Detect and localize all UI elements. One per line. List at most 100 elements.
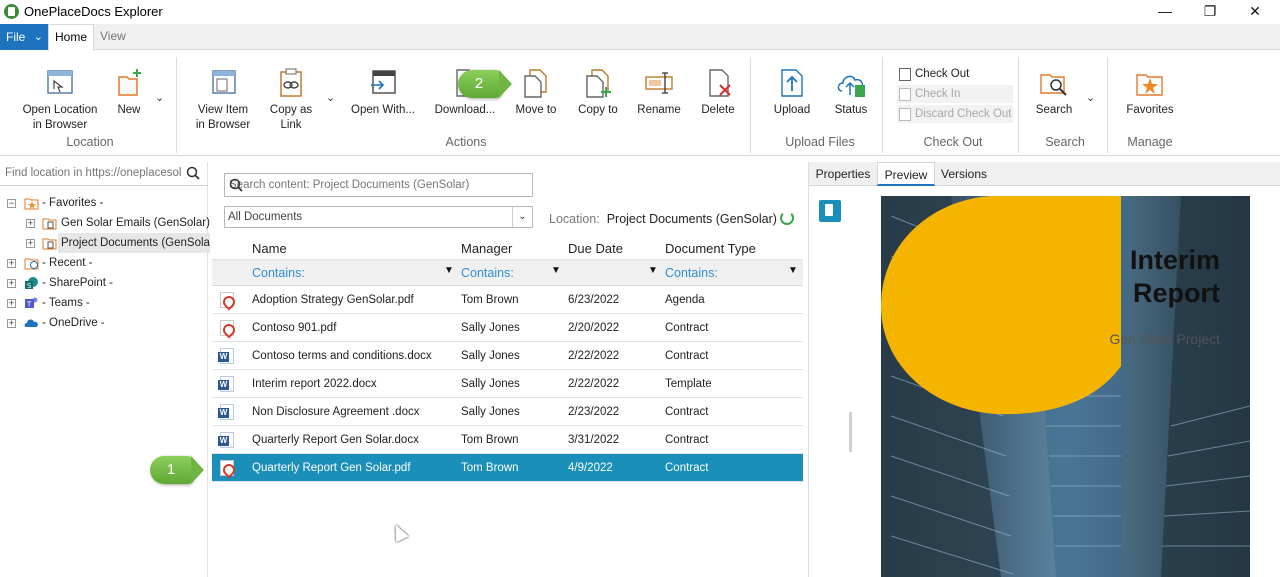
table-row-selected[interactable]: Quarterly Report Gen Solar.pdf Tom Brown… xyxy=(212,454,803,482)
svg-text:T: T xyxy=(26,301,32,309)
open-location-button[interactable]: Open Location in Browser xyxy=(20,67,100,133)
cover-subtitle: Gen Solar Project xyxy=(1109,331,1221,347)
chevron-down-icon[interactable]: ⌄ xyxy=(512,207,532,227)
table-row[interactable]: Contoso 901.pdf Sally Jones 2/20/2022 Co… xyxy=(212,314,803,342)
column-header-document-type[interactable]: Document Type xyxy=(665,241,756,256)
close-button[interactable]: ✕ xyxy=(1232,0,1278,24)
collapse-icon[interactable]: − xyxy=(7,199,16,208)
tree-item-onedrive[interactable]: + - OneDrive - xyxy=(0,313,208,333)
rename-button[interactable]: Rename xyxy=(634,67,684,118)
search-dropdown-chevron-icon[interactable]: ⌄ xyxy=(1086,91,1095,104)
tree-item-teams[interactable]: + T - Teams - xyxy=(0,293,208,313)
copy-to-icon xyxy=(582,67,614,99)
ribbon-separator xyxy=(176,57,177,153)
group-label-manage: Manage xyxy=(1127,135,1173,149)
cell-document-type: Contract xyxy=(665,406,709,418)
copy-as-link-label: Copy as xyxy=(269,104,313,116)
column-header-name[interactable]: Name xyxy=(252,241,287,256)
cell-due-date: 2/22/2022 xyxy=(568,350,620,362)
search-button[interactable]: Search xyxy=(1032,67,1076,118)
new-button[interactable]: New xyxy=(110,67,148,118)
refresh-icon[interactable] xyxy=(780,211,794,225)
cover-title-line-1: Interim xyxy=(1129,245,1220,275)
move-to-label: Move to xyxy=(515,104,557,116)
discard-check-out-button[interactable]: Discard Check Out xyxy=(897,105,1013,123)
tab-preview[interactable]: Preview xyxy=(877,162,935,186)
status-label: Status xyxy=(834,104,868,116)
expand-icon[interactable]: + xyxy=(7,299,16,308)
group-label-upload-files: Upload Files xyxy=(785,135,855,149)
open-document-icon[interactable] xyxy=(819,200,841,222)
expand-icon[interactable]: + xyxy=(26,239,35,248)
view-item-label: View Item xyxy=(197,104,249,116)
folder-search-icon xyxy=(1038,67,1070,99)
chevron-down-icon: ⌄ xyxy=(33,31,43,43)
new-label: New xyxy=(117,104,141,116)
cell-name: Contoso 901.pdf xyxy=(252,322,337,334)
location-indicator: Location: Project Documents (GenSolar) xyxy=(549,212,777,226)
tree-item-gen-solar-emails[interactable]: + Gen Solar Emails (GenSolar) xyxy=(0,213,210,233)
column-header-due-date[interactable]: Due Date xyxy=(568,241,623,256)
document-preview: Interim Report Gen Solar Project xyxy=(881,196,1250,577)
copy-to-button[interactable]: Copy to xyxy=(574,67,622,118)
clipboard-link-icon xyxy=(275,67,307,99)
copy-link-dropdown-chevron-icon[interactable]: ⌄ xyxy=(326,91,335,104)
view-select[interactable]: All Documents ⌄ xyxy=(224,206,533,228)
tree-item-favorites[interactable]: − - Favorites - xyxy=(0,193,208,213)
cell-name: Interim report 2022.docx xyxy=(252,378,377,390)
tree-item-recent[interactable]: + - Recent - xyxy=(0,253,208,273)
filter-manager[interactable]: Contains: xyxy=(461,266,514,280)
group-label-check-out: Check Out xyxy=(923,135,983,149)
column-header-manager[interactable]: Manager xyxy=(461,241,512,256)
content-search-input[interactable]: Search content: Project Documents (GenSo… xyxy=(224,173,533,197)
upload-button[interactable]: Upload xyxy=(770,67,814,118)
table-row[interactable]: Contoso terms and conditions.docx Sally … xyxy=(212,342,803,370)
filter-icon[interactable]: ▼ xyxy=(648,265,658,276)
tab-file[interactable]: File ⌄ xyxy=(0,24,48,50)
table-row[interactable]: Non Disclosure Agreement .docx Sally Jon… xyxy=(212,398,803,426)
cell-due-date: 2/22/2022 xyxy=(568,378,620,390)
pane-splitter[interactable] xyxy=(849,412,852,452)
check-out-button[interactable]: Check Out xyxy=(897,65,969,83)
search-icon[interactable] xyxy=(229,178,526,195)
tree-item-sharepoint[interactable]: + S - SharePoint - xyxy=(0,273,208,293)
table-row[interactable]: Quarterly Report Gen Solar.docx Tom Brow… xyxy=(212,426,803,454)
minimize-button[interactable]: — xyxy=(1142,0,1188,24)
word-file-icon xyxy=(218,432,234,448)
filter-name[interactable]: Contains: xyxy=(252,266,305,280)
search-icon[interactable] xyxy=(186,166,200,183)
check-out-icon xyxy=(899,68,911,81)
expand-icon[interactable]: + xyxy=(7,259,16,268)
favorites-button[interactable]: Favorites xyxy=(1122,67,1178,118)
filter-icon[interactable]: ▼ xyxy=(444,265,454,276)
maximize-button[interactable]: ❐ xyxy=(1187,0,1233,24)
cover-yellow-shape xyxy=(881,196,1121,415)
expand-icon[interactable]: + xyxy=(7,319,16,328)
tree-label-onedrive: - OneDrive - xyxy=(42,317,105,329)
cell-manager: Sally Jones xyxy=(461,378,520,390)
view-item-button[interactable]: View Item in Browser xyxy=(190,67,256,133)
filter-icon[interactable]: ▼ xyxy=(788,265,798,276)
tab-versions[interactable]: Versions xyxy=(935,162,993,186)
expand-icon[interactable]: + xyxy=(26,219,35,228)
table-row[interactable]: Adoption Strategy GenSolar.pdf Tom Brown… xyxy=(212,286,803,314)
new-dropdown-chevron-icon[interactable]: ⌄ xyxy=(155,91,164,104)
check-in-button[interactable]: Check In xyxy=(897,85,1013,103)
expand-icon[interactable]: + xyxy=(7,279,16,288)
move-to-button[interactable]: Move to xyxy=(510,67,562,118)
tab-view[interactable]: View xyxy=(100,24,126,50)
delete-button[interactable]: Delete xyxy=(696,67,740,118)
status-button[interactable]: Status xyxy=(830,67,872,118)
grid-header: Name Manager Due Date Document Type xyxy=(212,236,803,260)
tree-item-project-documents[interactable]: + Project Documents (GenSolar) xyxy=(0,233,221,253)
filter-document-type[interactable]: Contains: xyxy=(665,266,718,280)
location-search xyxy=(0,162,208,186)
location-search-input[interactable] xyxy=(0,162,182,184)
copy-as-link-button[interactable]: Copy as Link xyxy=(268,67,314,133)
tab-properties[interactable]: Properties xyxy=(809,162,877,186)
table-row[interactable]: Interim report 2022.docx Sally Jones 2/2… xyxy=(212,370,803,398)
filter-icon[interactable]: ▼ xyxy=(551,265,561,276)
open-with-button[interactable]: Open With... xyxy=(350,67,416,118)
search-label: Search xyxy=(1035,104,1073,116)
tab-home[interactable]: Home xyxy=(48,24,94,51)
